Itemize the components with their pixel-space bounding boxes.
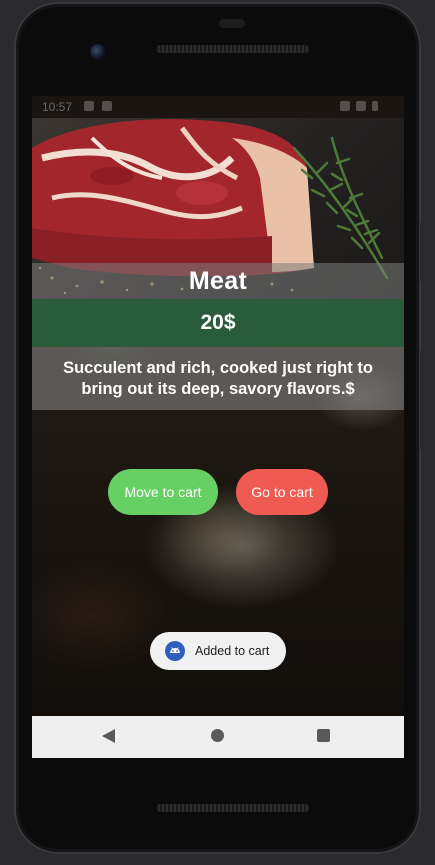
battery-icon: [372, 101, 378, 111]
phone-top-slot: [219, 19, 245, 28]
move-to-cart-button[interactable]: Move to cart: [108, 469, 218, 515]
go-to-cart-button[interactable]: Go to cart: [236, 469, 328, 515]
product-title: Meat: [188, 266, 248, 295]
home-icon[interactable]: [211, 729, 224, 742]
added-to-cart-toast: Added to cart: [150, 632, 286, 670]
product-title-band: Meat: [32, 263, 404, 299]
app-screen: 10:57 Meat 20$ Succulent and rich, cooke…: [32, 96, 404, 758]
signal-icon: [356, 101, 366, 111]
status-bar: 10:57: [32, 96, 404, 118]
power-button: [420, 350, 425, 450]
system-navigation-bar: [32, 716, 404, 758]
wifi-icon: [340, 101, 350, 111]
toast-message: Added to cart: [195, 644, 270, 658]
product-price: 20$: [200, 311, 236, 334]
product-price-band: 20$: [32, 299, 404, 347]
status-time: 10:57: [42, 100, 73, 114]
earpiece-speaker: [156, 45, 309, 53]
bottom-speaker: [156, 804, 309, 812]
android-icon: [165, 641, 185, 661]
product-description: Succulent and rich, cooked just right to…: [63, 358, 373, 398]
product-description-band: Succulent and rich, cooked just right to…: [32, 347, 404, 410]
recents-icon[interactable]: [317, 729, 330, 742]
sim-icon: [102, 101, 112, 111]
volume-button: [420, 222, 425, 282]
settings-icon: [84, 101, 94, 111]
back-icon[interactable]: [102, 729, 115, 743]
front-camera: [90, 44, 106, 60]
